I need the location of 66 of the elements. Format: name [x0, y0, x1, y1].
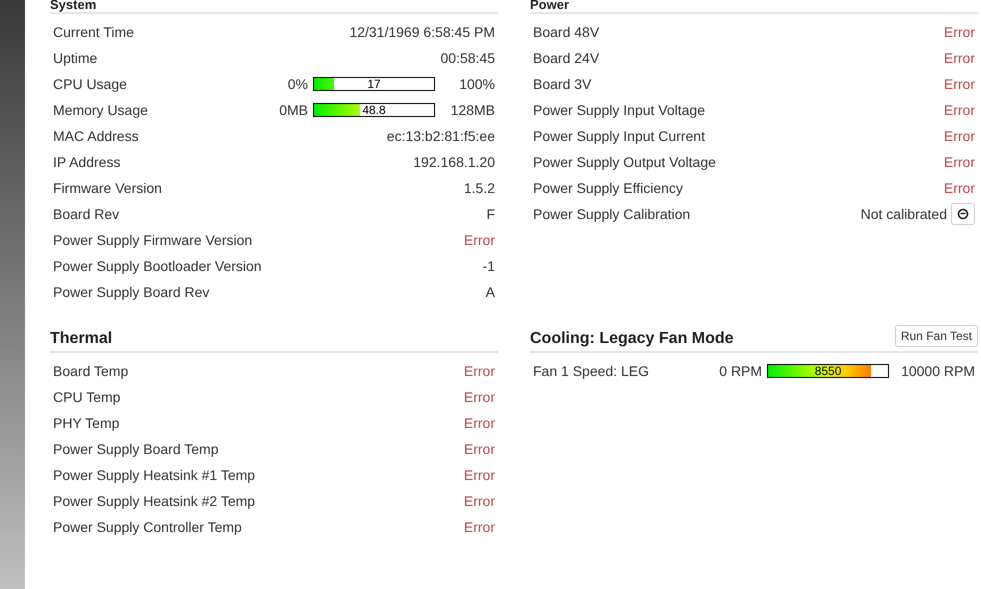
error-value: Error [944, 178, 975, 198]
row-value: 1.5.2 [464, 178, 495, 198]
row-label: Firmware Version [53, 178, 162, 198]
row-label: Current Time [53, 22, 134, 42]
row-value: -1 [482, 256, 495, 276]
error-value: Error [464, 440, 495, 458]
bar-min-label: 0 RPM [719, 362, 762, 380]
row-label: Power Supply Heatsink #1 Temp [53, 466, 256, 485]
row-value: A [486, 282, 495, 302]
row-value: ec:13:b2:81:f5:ee [386, 126, 495, 146]
bar-min-label: 0% [288, 74, 308, 94]
row-value: 00:58:45 [440, 48, 495, 68]
row-label: IP Address [53, 152, 120, 172]
error-value: Error [464, 414, 495, 432]
row-label: Power Supply Heatsink #2 Temp [53, 492, 256, 511]
row-label: Power Supply Input Current [533, 126, 705, 146]
bar-max-label: 100% [458, 74, 495, 94]
error-value: Error [944, 100, 975, 120]
section-title: Thermal [50, 331, 112, 347]
row-label: Power Supply Calibration [533, 204, 690, 224]
run-fan-test-button[interactable]: Run Fan Test [894, 325, 978, 347]
row-label: Power Supply Firmware Version [53, 230, 252, 250]
error-value: Error [944, 152, 975, 172]
row-label: Board Temp [53, 362, 128, 381]
bar-max-label: 10000 RPM [901, 362, 975, 380]
error-value: Error [944, 48, 975, 68]
error-value: Error [464, 466, 495, 484]
error-value: Error [944, 126, 975, 146]
row-label: Memory Usage [53, 100, 148, 120]
bar-reading: 17 [366, 78, 382, 90]
row-value: F [486, 204, 495, 224]
row-label: Power Supply Efficiency [533, 178, 683, 198]
row-label: Power Supply Bootloader Version [53, 256, 262, 276]
error-value: Error [464, 518, 495, 536]
row-value: 12/31/1969 6:58:45 PM [349, 22, 495, 42]
row-label: CPU Usage [53, 74, 127, 94]
row-label: Power Supply Input Voltage [533, 100, 706, 120]
row-label: Power Supply Output Voltage [533, 152, 716, 172]
section-title: Power [530, 0, 570, 11]
row-label: Board 3V [533, 74, 592, 94]
row-label: PHY Temp [53, 414, 120, 433]
bar-max-label: 128MB [450, 100, 495, 120]
error-value: Error [944, 74, 975, 94]
row-label: Power Supply Board Temp [53, 440, 218, 459]
bar-reading: 48.8 [361, 104, 387, 116]
error-value: Error [464, 388, 495, 406]
error-value: Error [464, 362, 495, 380]
row-label: Fan 1 Speed: LEG [533, 362, 649, 381]
calibration-status: Not calibrated [860, 204, 947, 224]
calibrate-button[interactable] [951, 203, 975, 225]
row-label: MAC Address [53, 126, 139, 146]
error-value: Error [464, 230, 495, 250]
row-label: Power Supply Board Rev [53, 282, 210, 302]
row-label: Power Supply Controller Temp [53, 518, 242, 537]
section-title: Cooling: Legacy Fan Mode [530, 331, 734, 347]
row-label: Uptime [53, 48, 98, 68]
bar-min-label: 0MB [279, 100, 308, 120]
section-title: System [50, 0, 96, 11]
row-label: Board 48V [533, 22, 600, 42]
bar-reading: 8550 [814, 365, 842, 377]
error-value: Error [944, 22, 975, 42]
error-value: Error [464, 492, 495, 510]
row-label: Board Rev [53, 204, 120, 224]
row-label: Board 24V [533, 48, 600, 68]
row-value: 192.168.1.20 [413, 152, 495, 172]
row-label: CPU Temp [53, 388, 120, 407]
